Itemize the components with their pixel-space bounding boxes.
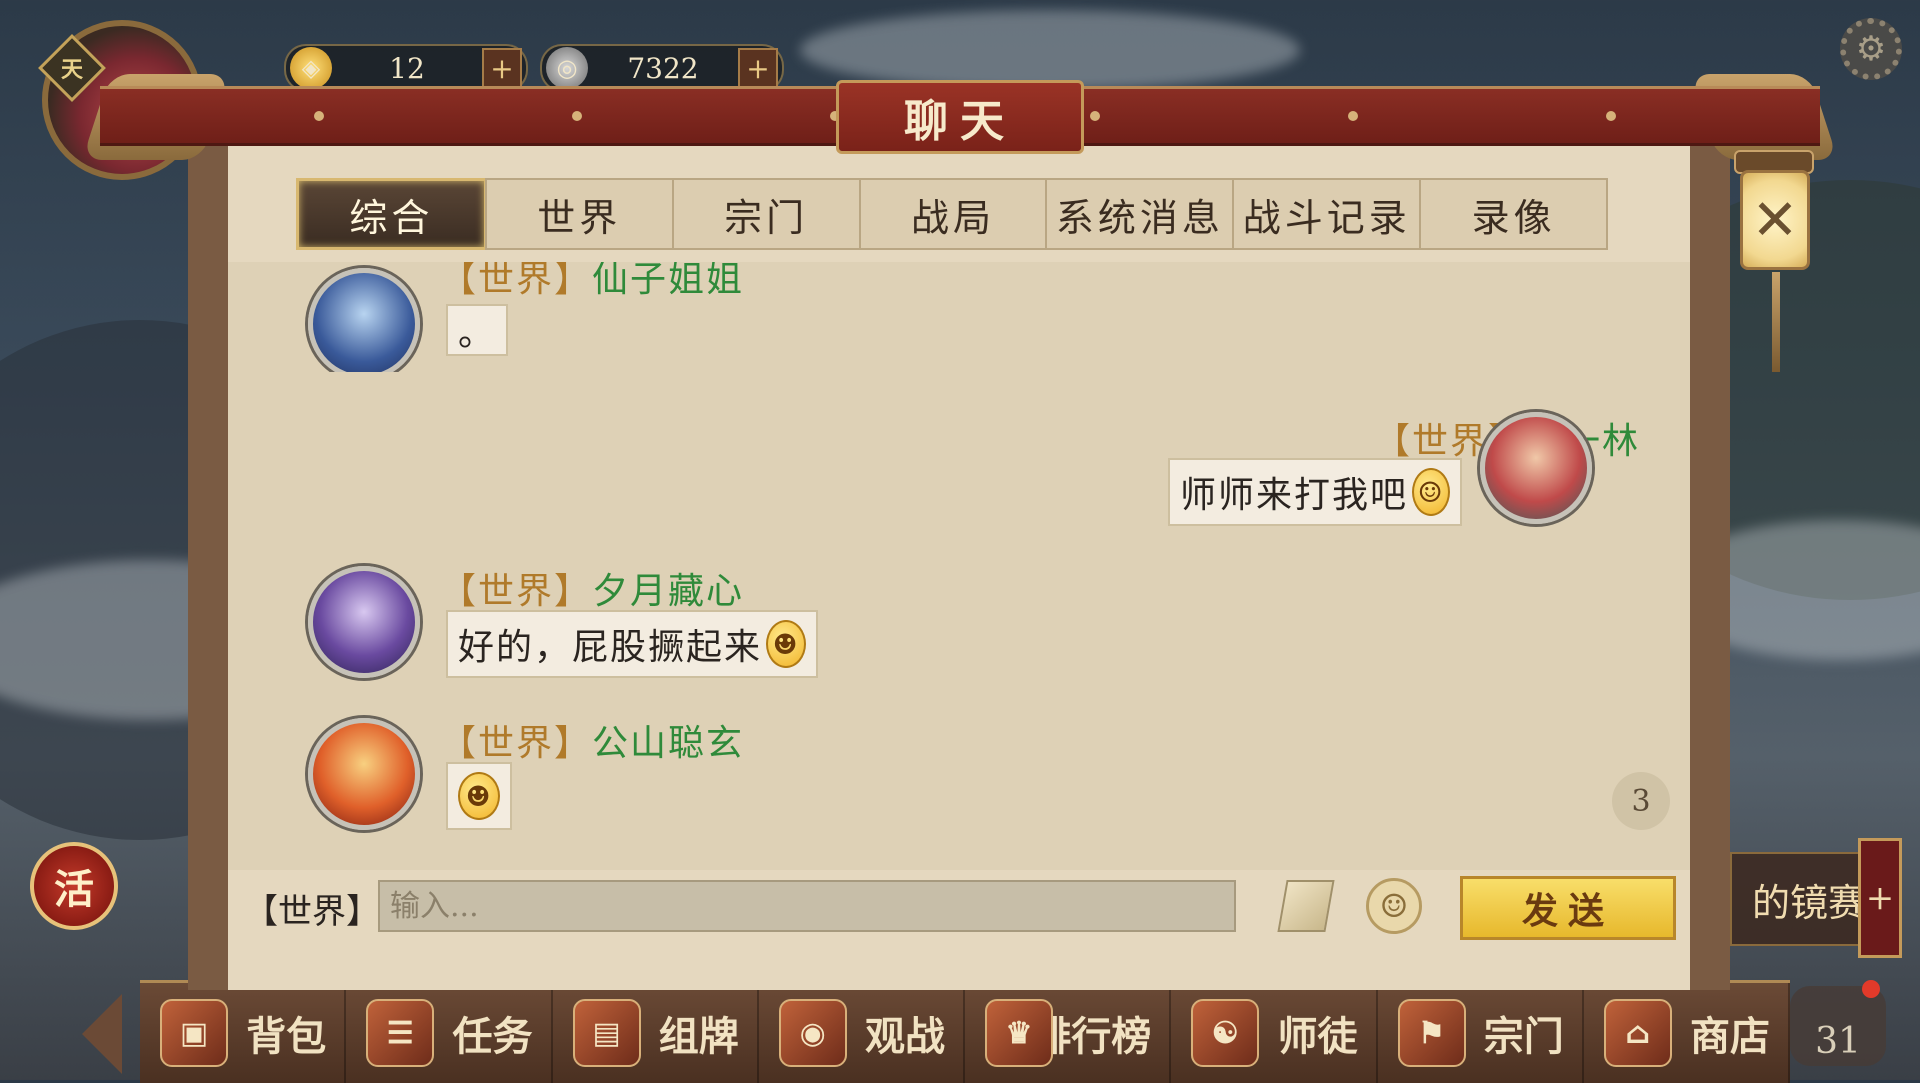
add-coin-button[interactable]: + xyxy=(738,48,778,88)
shop-icon: ⌂ xyxy=(1603,999,1672,1067)
nav-ranking[interactable]: ♛ 排行榜 xyxy=(965,983,1172,1083)
message-text: 好的，屁股撅起来 xyxy=(458,627,763,668)
message-bubble: 好的，屁股撅起来 ☻ xyxy=(446,610,818,678)
nav-label: 任务 xyxy=(452,1013,533,1060)
message-bubble: ☻ xyxy=(446,762,512,830)
message-channel: 【世界】 xyxy=(440,571,593,612)
message-channel: 【世界】 xyxy=(440,262,593,300)
blush-emoji-icon: ☺ xyxy=(1412,468,1450,516)
send-button[interactable]: 发送 xyxy=(1460,876,1676,940)
message-text: 师师来打我吧 xyxy=(1180,475,1409,516)
message-header: 【世界】仙子姐姐 xyxy=(440,262,744,302)
coin-icon: ◎ xyxy=(546,47,588,89)
nav-tasks[interactable]: ☰ 任务 xyxy=(346,983,553,1083)
coin-value: 7322 xyxy=(627,51,699,85)
smirk-emoji-icon: ☻ xyxy=(766,620,806,668)
nav-mentor[interactable]: ☯ 师徒 xyxy=(1171,983,1378,1083)
coin-currency: ◎ 7322 + xyxy=(540,44,784,92)
emoji-picker-icon[interactable]: ☺ xyxy=(1366,878,1422,934)
activity-button[interactable]: 活 xyxy=(30,842,118,930)
nav-label: 师徒 xyxy=(1277,1013,1358,1060)
nav-label: 组牌 xyxy=(658,1013,739,1060)
add-gold-button[interactable]: + xyxy=(482,48,522,88)
dialog-title: 聊天 xyxy=(836,80,1084,154)
avatar[interactable] xyxy=(308,718,420,830)
nav-label: 观战 xyxy=(865,1013,945,1060)
input-channel-selector[interactable]: 【世界】 xyxy=(244,884,380,933)
notification-dot xyxy=(1862,980,1880,998)
message-bubble: 师师来打我吧 ☺ xyxy=(1168,458,1462,526)
mentor-icon: ☯ xyxy=(1191,999,1260,1067)
notification-counter[interactable]: 31 xyxy=(1790,986,1886,1066)
tab-replays[interactable]: 录像 xyxy=(1419,178,1609,250)
tab-world[interactable]: 世界 xyxy=(484,178,674,250)
nav-backpack[interactable]: ▣ 背包 xyxy=(140,983,347,1083)
gold-currency: ◈ 12 + xyxy=(284,44,528,92)
title-stud xyxy=(572,111,582,121)
nav-shop[interactable]: ⌂ 商店 xyxy=(1584,983,1790,1083)
message-sender[interactable]: 公山聪玄 xyxy=(592,723,744,764)
smirk-emoji-icon: ☻ xyxy=(458,772,500,820)
chat-input[interactable] xyxy=(378,880,1236,932)
avatar[interactable] xyxy=(308,566,420,678)
gear-icon[interactable]: ⚙ xyxy=(1840,18,1902,80)
gold-value: 12 xyxy=(389,51,425,85)
tab-battle[interactable]: 战局 xyxy=(858,178,1048,250)
title-stud xyxy=(1606,111,1616,121)
ranking-icon: ♛ xyxy=(985,999,1053,1067)
title-stud xyxy=(314,111,324,121)
lantern-tassel xyxy=(1772,272,1780,372)
sect-icon: ⚑ xyxy=(1397,999,1466,1067)
card-deck-icon: ▤ xyxy=(572,999,641,1067)
nav-sect[interactable]: ⚑ 宗门 xyxy=(1378,983,1584,1083)
title-stud xyxy=(1348,111,1358,121)
message-bubble: 。 xyxy=(446,304,509,356)
backpack-icon: ▣ xyxy=(160,999,228,1067)
spectate-icon: ◉ xyxy=(778,999,847,1067)
list-item: 【世界】仙子姐姐 。 xyxy=(300,262,1690,372)
task-scroll-icon: ☰ xyxy=(366,999,435,1067)
avatar[interactable] xyxy=(1480,412,1592,524)
unread-count-badge[interactable]: 3 xyxy=(1612,772,1670,830)
chat-tabs: 综合 世界 宗门 战局 系统消息 战斗记录 录像 xyxy=(296,178,1609,250)
close-icon[interactable]: ✕ xyxy=(1740,170,1810,270)
message-header: 【世界】夕月藏心 xyxy=(440,562,744,614)
message-sender[interactable]: 夕月藏心 xyxy=(592,571,744,612)
avatar[interactable] xyxy=(308,268,420,372)
gold-ingot-icon: ◈ xyxy=(290,47,332,89)
nav-spectate[interactable]: ◉ 观战 xyxy=(759,983,965,1083)
nav-label: 宗门 xyxy=(1483,1013,1564,1060)
tab-system-messages[interactable]: 系统消息 xyxy=(1045,178,1235,250)
nav-deck[interactable]: ▤ 组牌 xyxy=(553,983,759,1083)
title-stud xyxy=(1090,111,1100,121)
tab-battle-records[interactable]: 战斗记录 xyxy=(1232,178,1422,250)
nav-label: 背包 xyxy=(246,1013,327,1060)
tab-sect[interactable]: 宗门 xyxy=(671,178,861,250)
bottom-nav: ▣ 背包 ☰ 任务 ▤ 组牌 ◉ 观战 ♛ 排行榜 ☯ 师徒 ⚑ 宗门 ⌂ 商店 xyxy=(140,980,1790,1083)
message-channel: 【世界】 xyxy=(440,723,593,764)
message-header: 【世界】公山聪玄 xyxy=(440,714,744,766)
tab-general[interactable]: 综合 xyxy=(296,178,487,250)
message-sender[interactable]: 仙子姐姐 xyxy=(592,262,744,300)
nav-label: 商店 xyxy=(1690,1013,1770,1060)
phrase-book-icon[interactable] xyxy=(1277,880,1335,932)
event-expand-button[interactable]: + xyxy=(1858,838,1902,958)
nav-left-arrow-icon[interactable] xyxy=(82,994,122,1074)
